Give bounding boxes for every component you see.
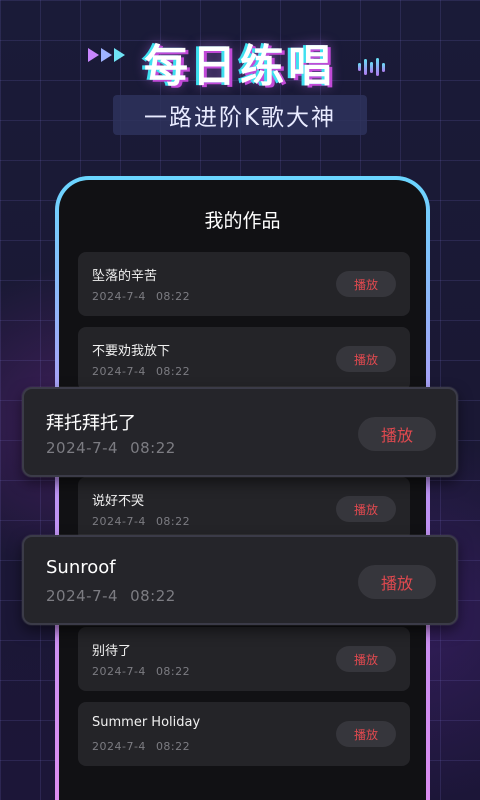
play-button[interactable]: 播放	[358, 565, 436, 599]
song-datetime: 2024-7-4 08:22	[92, 290, 191, 303]
song-card[interactable]: Summer Holiday 2024-7-4 08:22 播放	[78, 702, 410, 766]
song-name: Sunroof	[46, 557, 116, 578]
sound-wave-icon	[358, 57, 385, 77]
song-card[interactable]: 说好不哭 2024-7-4 08:22 播放	[78, 477, 410, 541]
song-name: 坠落的辛苦	[92, 269, 158, 284]
song-card-highlighted[interactable]: 拜托拜托了 2024-7-4 08:22 播放	[22, 387, 458, 477]
play-button[interactable]: 播放	[336, 496, 396, 522]
header: 每日练唱	[0, 30, 480, 94]
song-datetime: 2024-7-4 08:22	[92, 365, 191, 378]
song-datetime: 2024-7-4 08:22	[46, 439, 176, 457]
subtitle-text: 一路进阶K歌大神	[143, 105, 337, 131]
song-name: Summer Holiday	[92, 715, 201, 730]
subtitle-banner: 一路进阶K歌大神	[113, 95, 367, 135]
song-name: 别待了	[92, 644, 132, 659]
song-datetime: 2024-7-4 08:22	[92, 515, 191, 528]
song-name: 不要劝我放下	[92, 344, 171, 359]
song-card[interactable]: 别待了 2024-7-4 08:22 播放	[78, 627, 410, 691]
play-button[interactable]: 播放	[358, 417, 436, 451]
phone-screen: 我的作品 坠落的辛苦 2024-7-4 08:22 播放 不要劝我放下 2024-…	[59, 180, 426, 800]
song-card[interactable]: 不要劝我放下 2024-7-4 08:22 播放	[78, 327, 410, 391]
page-title: 每日练唱	[144, 41, 336, 92]
song-name: 说好不哭	[92, 494, 145, 509]
play-button[interactable]: 播放	[336, 346, 396, 372]
play-button[interactable]: 播放	[336, 271, 396, 297]
song-card[interactable]: 坠落的辛苦 2024-7-4 08:22 播放	[78, 252, 410, 316]
play-button[interactable]: 播放	[336, 721, 396, 747]
works-title: 我的作品	[204, 210, 281, 232]
song-card-highlighted[interactable]: Sunroof 2024-7-4 08:22 播放	[22, 535, 458, 625]
song-datetime: 2024-7-4 08:22	[46, 587, 176, 605]
song-datetime: 2024-7-4 08:22	[92, 740, 191, 753]
play-button[interactable]: 播放	[336, 646, 396, 672]
phone-frame: 我的作品 坠落的辛苦 2024-7-4 08:22 播放 不要劝我放下 2024-…	[55, 176, 430, 800]
song-name: 拜托拜托了	[46, 413, 136, 434]
song-datetime: 2024-7-4 08:22	[92, 665, 191, 678]
